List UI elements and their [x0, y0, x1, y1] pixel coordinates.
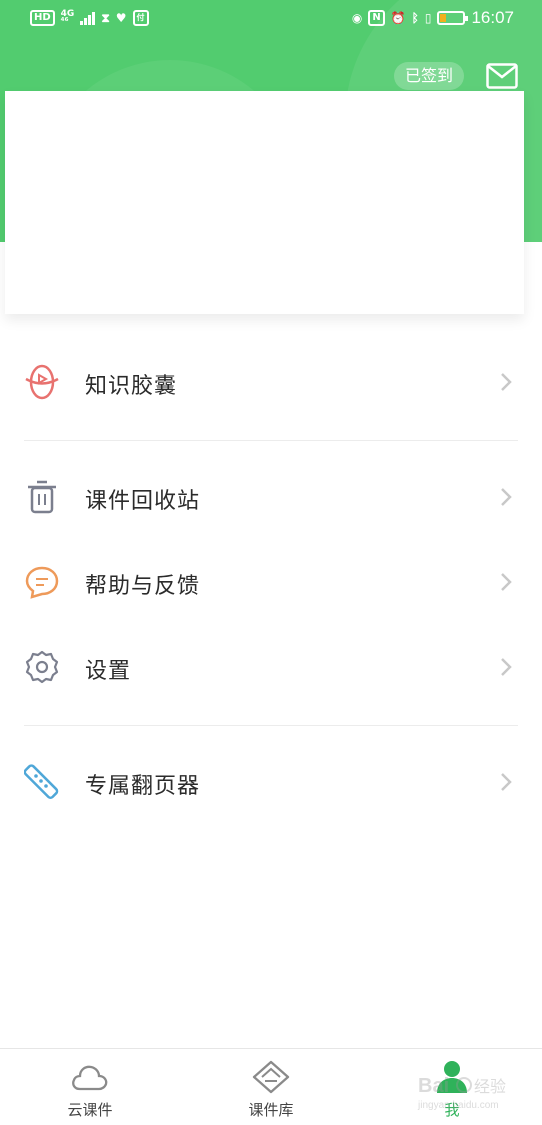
menu-item-recycle-bin[interactable]: 课件回收站 [0, 455, 542, 539]
eye-icon: ◉ [351, 11, 363, 25]
cloud-icon [72, 1065, 108, 1091]
signal-icon [80, 11, 96, 25]
menu-item-knowledge-capsule[interactable]: 知识胶囊 [0, 340, 542, 424]
menu-item-settings[interactable]: 设置 [0, 625, 542, 709]
battery-icon [437, 11, 469, 25]
menu-item-page-turner[interactable]: 专属翻页器 [0, 740, 542, 824]
mail-icon[interactable] [486, 63, 518, 89]
bluetooth-icon: ᛒ [411, 11, 419, 25]
nfc-icon: N [368, 10, 385, 26]
alarm-icon: ⏰ [390, 11, 406, 25]
heart-monitor-icon: ♥ [115, 11, 127, 25]
watermark-logo: Bai 经验 jingyan.baidu.com [417, 1075, 506, 1111]
tab-courseware-library[interactable]: 课件库 [211, 1049, 331, 1125]
profile-card[interactable] [5, 91, 524, 314]
divider [24, 725, 518, 726]
trash-icon [28, 480, 56, 514]
menu-item-help-feedback[interactable]: 帮助与反馈 [0, 540, 542, 624]
menu-item-label: 设置 [85, 659, 132, 684]
vibrate-icon: ▯ [424, 11, 432, 25]
chevron-right-icon [501, 573, 512, 591]
chevron-right-icon [501, 373, 512, 391]
divider [24, 440, 518, 441]
svg-text:经验: 经验 [474, 1077, 506, 1096]
tab-label: 课件库 [248, 1101, 294, 1119]
chevron-right-icon [501, 488, 512, 506]
menu-item-label: 专属翻页器 [85, 774, 201, 799]
chevron-right-icon [501, 658, 512, 676]
menu-item-label: 帮助与反馈 [85, 574, 201, 599]
svg-text:jingyan.baidu.com: jingyan.baidu.com [417, 1100, 499, 1111]
capsule-play-icon [25, 364, 59, 400]
pay-icon: 付 [132, 10, 149, 26]
gear-icon [25, 650, 59, 684]
signin-status-badge[interactable]: 已签到 [394, 62, 464, 90]
remote-control-icon [24, 764, 59, 799]
menu-item-label: 课件回收站 [85, 489, 201, 514]
chat-bubble-icon [25, 566, 59, 599]
status-bar: HD 4G ⁴⁶ ⧗ ♥ 付 ◉ N ⏰ ᛒ ▯ 16:07 [0, 0, 542, 40]
chevron-right-icon [501, 773, 512, 791]
diamond-library-icon [252, 1060, 290, 1094]
clock-time: 16:07 [471, 8, 514, 27]
tab-cloud-courseware[interactable]: 云课件 [30, 1049, 150, 1125]
network-4g-icon: 4G ⁴⁶ [60, 9, 75, 27]
hd-icon: HD [30, 10, 55, 26]
tab-label: 云课件 [67, 1101, 113, 1119]
hourglass-icon: ⧗ [101, 11, 110, 25]
svg-text:Bai: Bai [418, 1075, 449, 1097]
menu-item-label: 知识胶囊 [85, 374, 178, 399]
